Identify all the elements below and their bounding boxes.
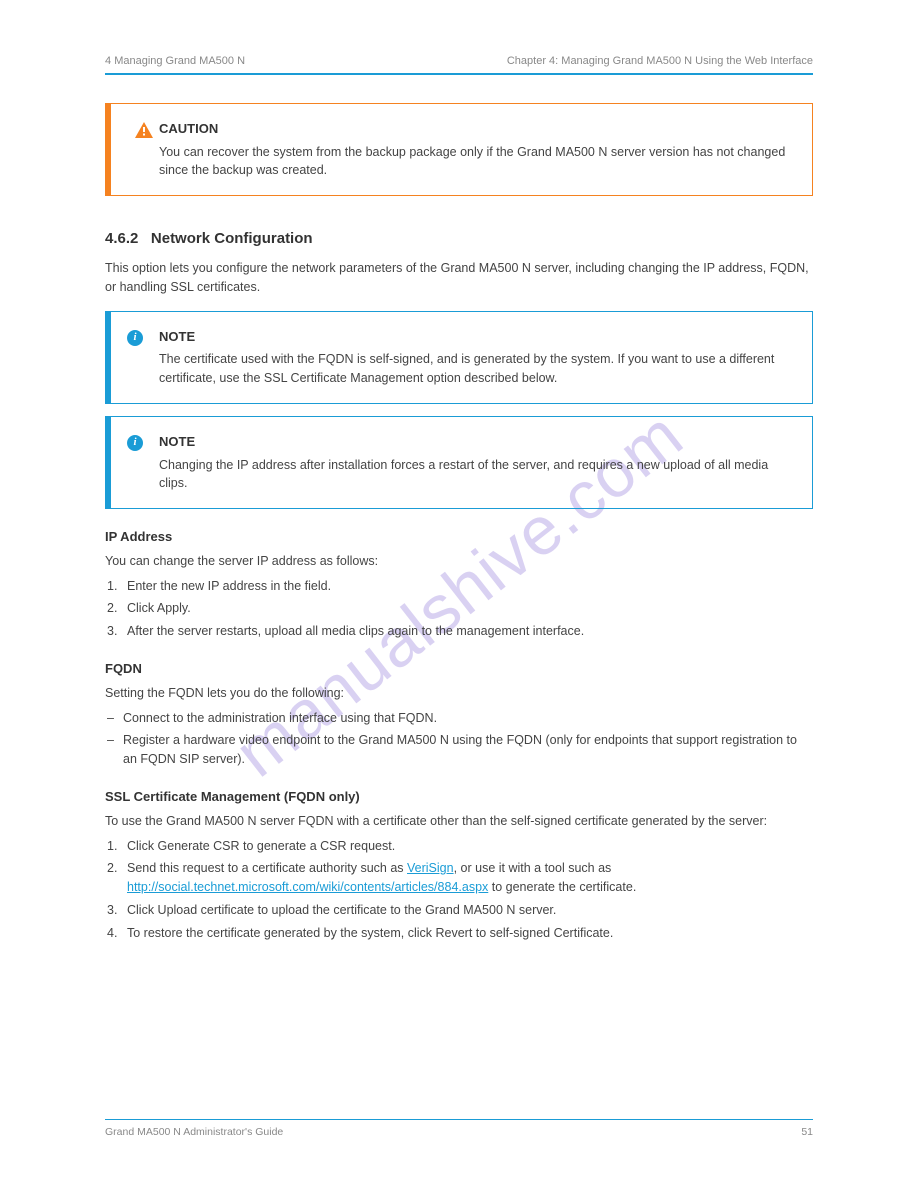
header-section-number: 4 (105, 55, 111, 67)
fqdn-intro: Setting the FQDN lets you do the followi… (105, 684, 813, 703)
ip-heading: IP Address (105, 529, 813, 544)
ip-intro: You can change the server IP address as … (105, 552, 813, 571)
ip-steps-list: Enter the new IP address in the field. C… (105, 577, 813, 641)
list-item: Click Generate CSR to generate a CSR req… (127, 837, 813, 856)
fqdn-bullets: Connect to the administration interface … (105, 709, 813, 769)
list-item: Register a hardware video endpoint to th… (123, 731, 813, 769)
section-title: Network Configuration (151, 230, 313, 247)
list-item: To restore the certificate generated by … (127, 924, 813, 943)
warning-icon (111, 120, 159, 122)
note1-title: NOTE (159, 328, 794, 347)
list-item: Click Apply. (127, 599, 813, 618)
list-item: After the server restarts, upload all me… (127, 622, 813, 641)
header-section-label: 4 Managing Grand MA500 N (105, 55, 245, 67)
caution-callout: CAUTION You can recover the system from … (105, 103, 813, 196)
info-icon: i (111, 328, 159, 346)
note2-body: NOTE Changing the IP address after insta… (159, 433, 794, 492)
ssl-heading: SSL Certificate Management (FQDN only) (105, 789, 813, 804)
ssl-step2-pre: Send this request to a certificate autho… (127, 861, 407, 875)
technet-link[interactable]: http://social.technet.microsoft.com/wiki… (127, 880, 488, 894)
ssl-steps-list: Click Generate CSR to generate a CSR req… (105, 837, 813, 943)
list-item: Send this request to a certificate autho… (127, 859, 813, 897)
caution-text: You can recover the system from the back… (159, 143, 794, 179)
ssl-intro: To use the Grand MA500 N server FQDN wit… (105, 812, 813, 831)
page-header: 4 Managing Grand MA500 N Chapter 4: Mana… (105, 55, 813, 75)
list-item: Enter the new IP address in the field. (127, 577, 813, 596)
page-footer: Grand MA500 N Administrator's Guide 51 (105, 1119, 813, 1138)
note2-text: Changing the IP address after installati… (159, 456, 794, 492)
caution-body: CAUTION You can recover the system from … (159, 120, 794, 179)
list-item: Connect to the administration interface … (123, 709, 813, 728)
note1-text: The certificate used with the FQDN is se… (159, 350, 794, 386)
footer-page-number: 51 (801, 1126, 813, 1138)
fqdn-heading: FQDN (105, 661, 813, 676)
note-callout-2: i NOTE Changing the IP address after ins… (105, 416, 813, 509)
section-number: 4.6.2 (105, 230, 138, 247)
page-content: 4 Managing Grand MA500 N Chapter 4: Mana… (0, 0, 918, 1188)
header-section-title: Managing Grand MA500 N (114, 55, 245, 67)
caution-title: CAUTION (159, 120, 794, 139)
verisign-link[interactable]: VeriSign (407, 861, 454, 875)
section-intro: This option lets you configure the netwo… (105, 259, 813, 297)
note1-body: NOTE The certificate used with the FQDN … (159, 328, 794, 387)
ssl-step2-post: , or use it with a tool such as (454, 861, 612, 875)
note-callout-1: i NOTE The certificate used with the FQD… (105, 311, 813, 404)
list-item: Click Upload certificate to upload the c… (127, 901, 813, 920)
ssl-step2-tail: to generate the certificate. (488, 880, 636, 894)
section-heading: 4.6.2 Network Configuration (105, 230, 813, 247)
info-icon: i (111, 433, 159, 451)
note2-title: NOTE (159, 433, 794, 452)
footer-title: Grand MA500 N Administrator's Guide (105, 1126, 283, 1138)
header-chapter-line: Chapter 4: Managing Grand MA500 N Using … (507, 55, 813, 67)
